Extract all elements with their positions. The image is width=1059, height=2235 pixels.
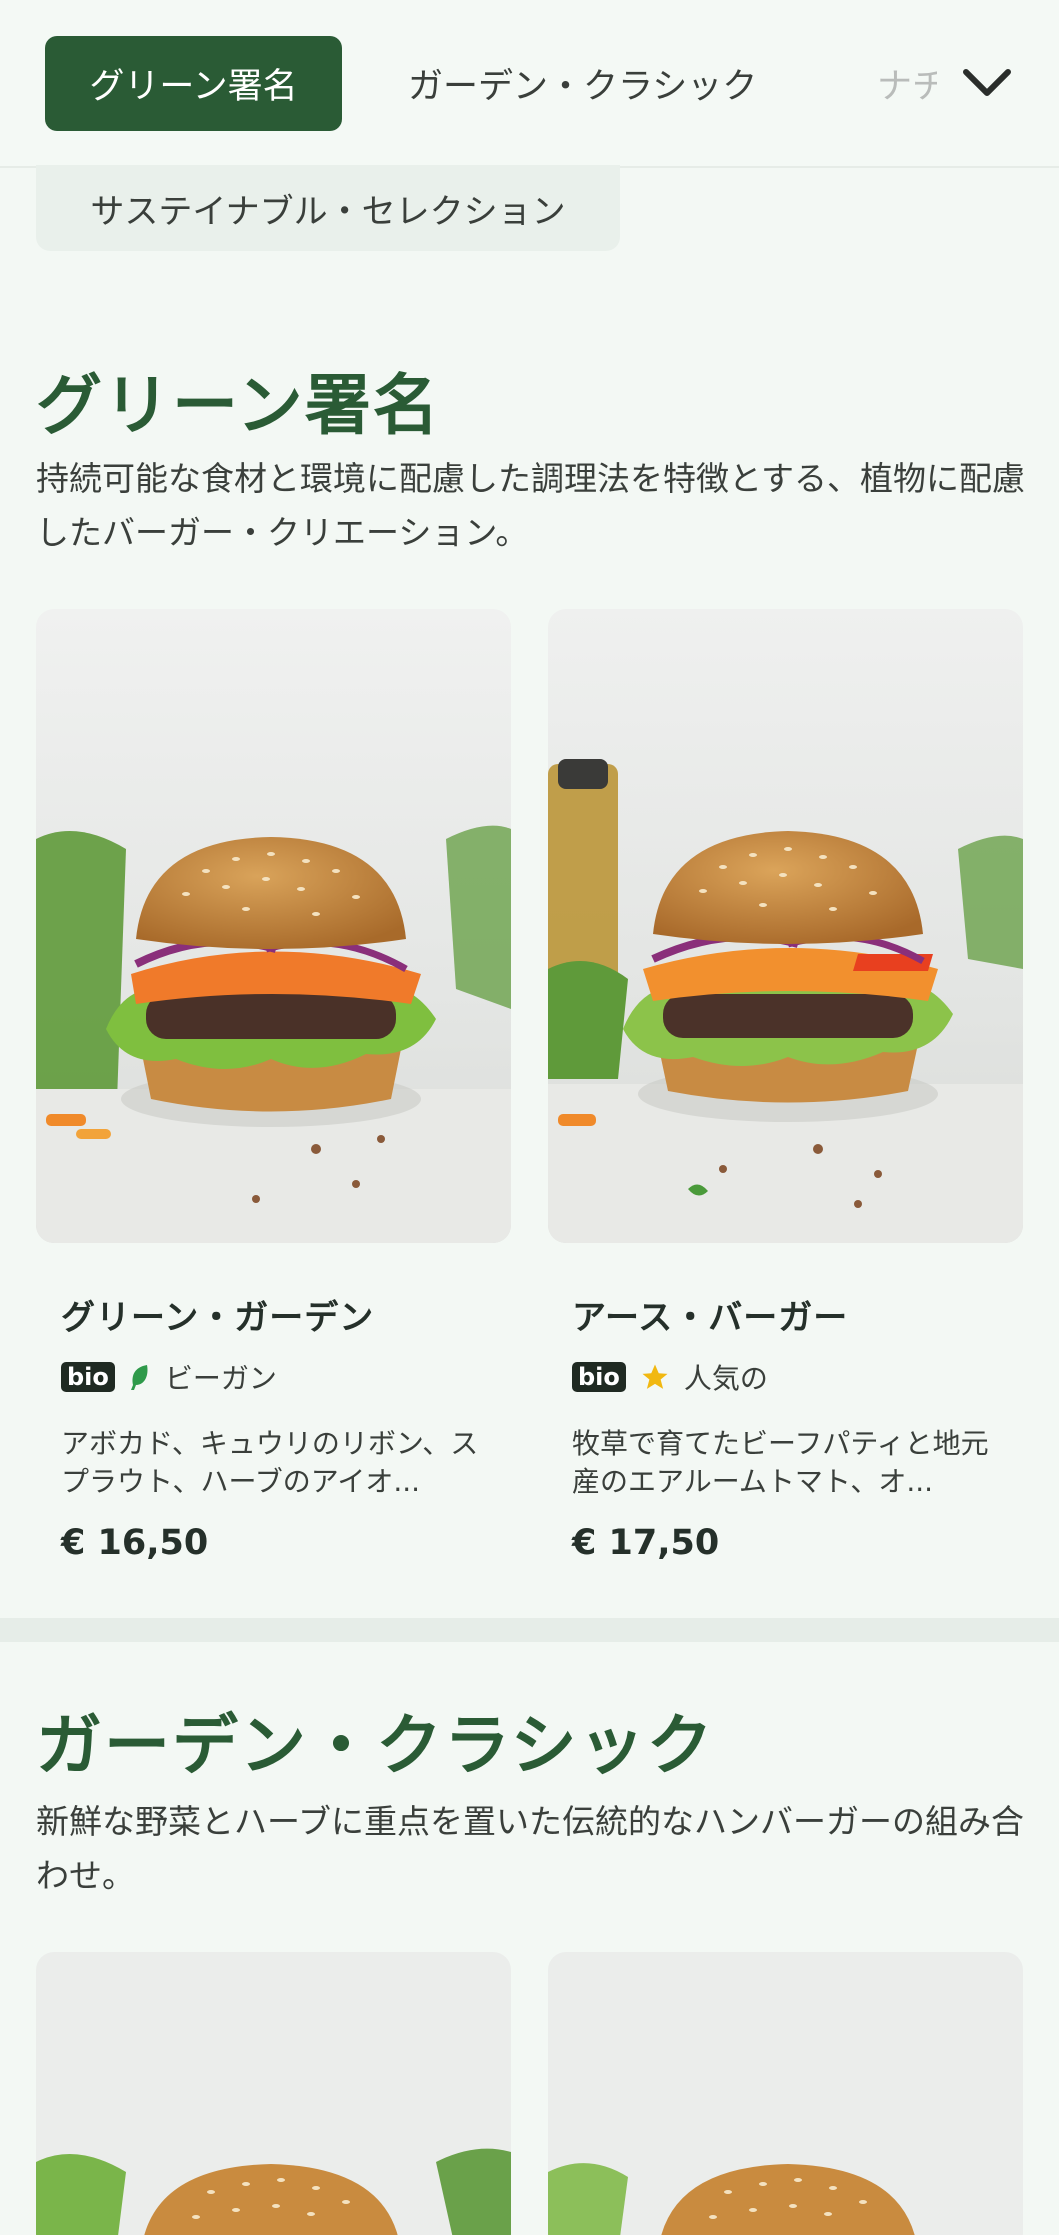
section-title: グリーン署名: [36, 367, 441, 444]
burger-photo[interactable]: [548, 609, 1023, 1243]
tab-natural[interactable]: ナチ: [877, 36, 937, 131]
item-description: アボカド、キュウリのリボン、スプラウト、ハーブのアイオ...: [61, 1427, 479, 1498]
bio-badge: bio: [572, 1362, 626, 1392]
item-name[interactable]: グリーン・ガーデン: [61, 1290, 374, 1339]
bio-badge: bio: [61, 1362, 115, 1392]
burger-photo[interactable]: [36, 609, 511, 1243]
tab-green-signature[interactable]: グリーン署名: [45, 36, 342, 131]
item-price: € 16,50: [61, 1523, 209, 1563]
item-name[interactable]: アース・バーガー: [572, 1290, 848, 1339]
tag-label: ビーガン: [164, 1362, 277, 1395]
section-divider: [0, 1618, 1059, 1642]
tab-garden-classic[interactable]: ガーデン・クラシック: [408, 36, 757, 131]
burger-photo[interactable]: [548, 1952, 1023, 2235]
leaf-icon: [130, 1365, 148, 1390]
section-title: ガーデン・クラシック: [36, 1707, 715, 1784]
chevron-down-icon[interactable]: [958, 60, 1016, 106]
category-nav: グリーン署名 ガーデン・クラシック ナチ: [0, 0, 1059, 168]
section-description: 新鮮な野菜とハーブに重点を置いた伝統的なハンバーガーの組み合わせ。: [36, 1802, 1025, 1895]
star-icon: [642, 1364, 668, 1389]
tab-sustainable-selection[interactable]: サステイナブル・セレクション: [36, 165, 620, 251]
item-description: 牧草で育てたビーフパティと地元産のエアルームトマト、オ...: [572, 1427, 989, 1498]
item-price: € 17,50: [572, 1523, 720, 1563]
burger-photo[interactable]: [36, 1952, 511, 2235]
item-tags: bio 人気の: [572, 1357, 768, 1397]
section-description: 持続可能な食材と環境に配慮した調理法を特徴とする、植物に配慮したバーガー・クリエ…: [36, 459, 1026, 552]
tag-label: 人気の: [683, 1362, 768, 1395]
item-tags: bio ビーガン: [61, 1357, 277, 1397]
